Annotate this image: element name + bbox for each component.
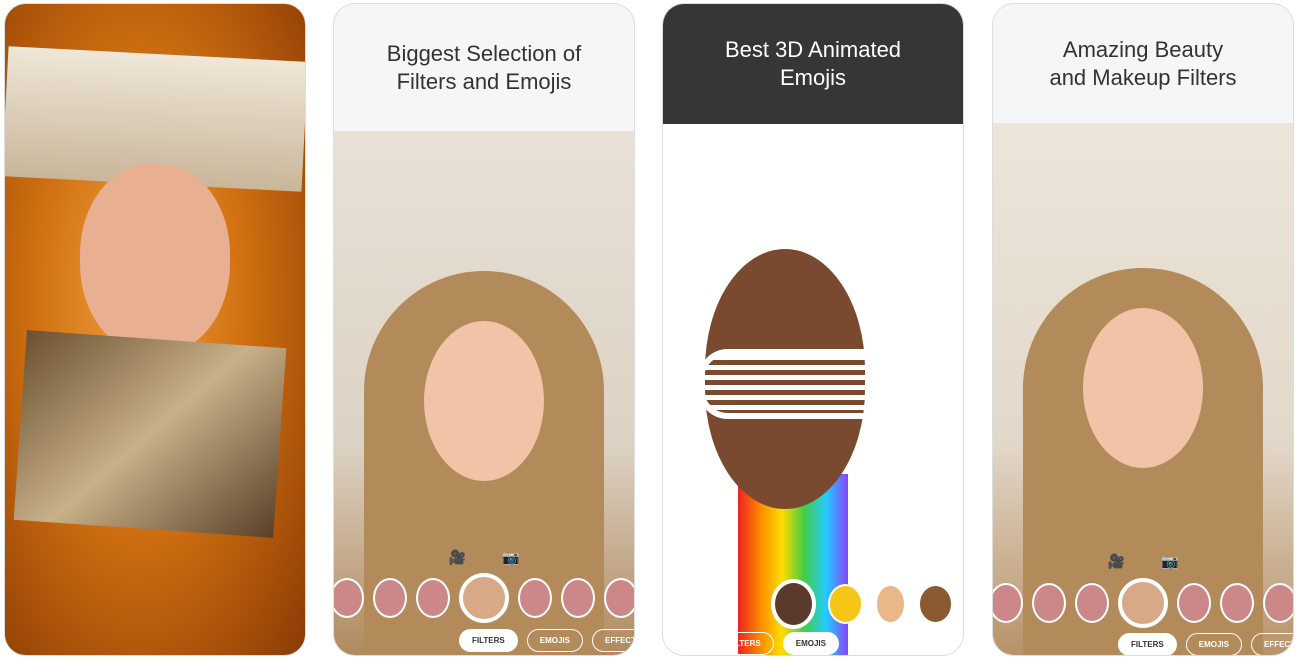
camera-icon[interactable]: 📷 — [502, 549, 519, 566]
filter-avatar[interactable] — [561, 578, 595, 618]
shutter-glasses — [698, 349, 908, 419]
filter-avatar[interactable] — [1263, 583, 1293, 623]
filter-avatar[interactable] — [518, 578, 552, 618]
filter-avatar[interactable] — [1032, 583, 1066, 623]
screenshot-emojis: Best 3D Animated Emojis FILTERS EMOJIS E… — [662, 3, 964, 656]
filter-avatar[interactable] — [1177, 583, 1211, 623]
emoji-avatar[interactable] — [827, 584, 864, 624]
video-camera-icon[interactable]: 🎥 — [1108, 553, 1125, 570]
tab-emojis[interactable]: EMOJIS — [526, 629, 583, 652]
filter-avatar[interactable] — [1220, 583, 1254, 623]
tab-filters[interactable]: FILTERS — [459, 629, 518, 652]
video-camera-icon[interactable]: 🎥 — [449, 549, 466, 566]
tab-effects[interactable]: EFFECTS — [591, 629, 634, 652]
tab-filters[interactable]: FILTERS — [715, 632, 774, 655]
emoji-avatar[interactable] — [875, 584, 906, 624]
screenshot-filters: Biggest Selection of Filters and Emojis … — [333, 3, 635, 656]
filter-avatar[interactable] — [1075, 583, 1109, 623]
gift-box — [13, 330, 287, 538]
panel-title: Best 3D Animated Emojis — [663, 4, 963, 124]
photo: 🎥 📷 FILTERS EMOJIS EFFECTS — [993, 123, 1293, 655]
panel-title: Amazing Beauty and Makeup Filters — [1049, 36, 1237, 90]
filter-avatar-selected[interactable] — [1118, 578, 1168, 628]
tab-filters[interactable]: FILTERS — [1118, 633, 1177, 655]
tab-emojis[interactable]: EMOJIS — [1185, 633, 1242, 655]
filter-avatar[interactable] — [416, 578, 450, 618]
filter-avatar[interactable] — [604, 578, 634, 618]
screenshot-gift-filter — [4, 3, 306, 656]
filter-avatar-selected[interactable] — [459, 573, 509, 623]
camera-icon[interactable]: 📷 — [1161, 553, 1178, 570]
tab-effects[interactable]: EFFECTS — [1250, 633, 1293, 655]
filter-avatar[interactable] — [993, 583, 1023, 623]
emoji-avatar[interactable] — [917, 584, 953, 624]
emoji-avatar-selected[interactable] — [771, 579, 816, 629]
filter-avatar[interactable] — [334, 578, 364, 618]
photo: 🎥 📷 FILTERS EMOJIS EFFECTS — [334, 131, 634, 655]
filter-avatar[interactable] — [373, 578, 407, 618]
tab-emojis[interactable]: EMOJIS — [782, 632, 839, 655]
tab-effects[interactable]: EFFECTS — [847, 632, 911, 655]
panel-title: Biggest Selection of Filters and Emojis — [386, 40, 582, 94]
screenshot-beauty: Amazing Beauty and Makeup Filters 🎥 📷 FIL… — [992, 3, 1294, 656]
face — [80, 164, 230, 354]
